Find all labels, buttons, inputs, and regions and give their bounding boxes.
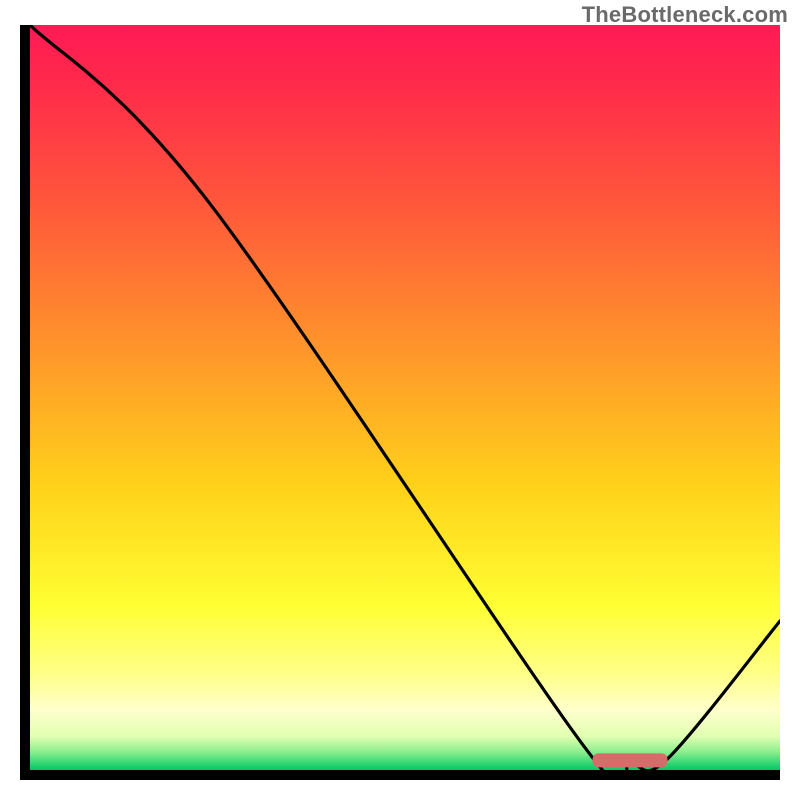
plot-area bbox=[30, 25, 780, 770]
optimal-marker bbox=[593, 753, 668, 767]
gradient-bg bbox=[30, 25, 780, 770]
y-axis bbox=[20, 25, 30, 780]
chart-wrapper: TheBottleneck.com bbox=[0, 0, 800, 800]
x-axis bbox=[20, 770, 780, 780]
plot-svg bbox=[30, 25, 780, 770]
